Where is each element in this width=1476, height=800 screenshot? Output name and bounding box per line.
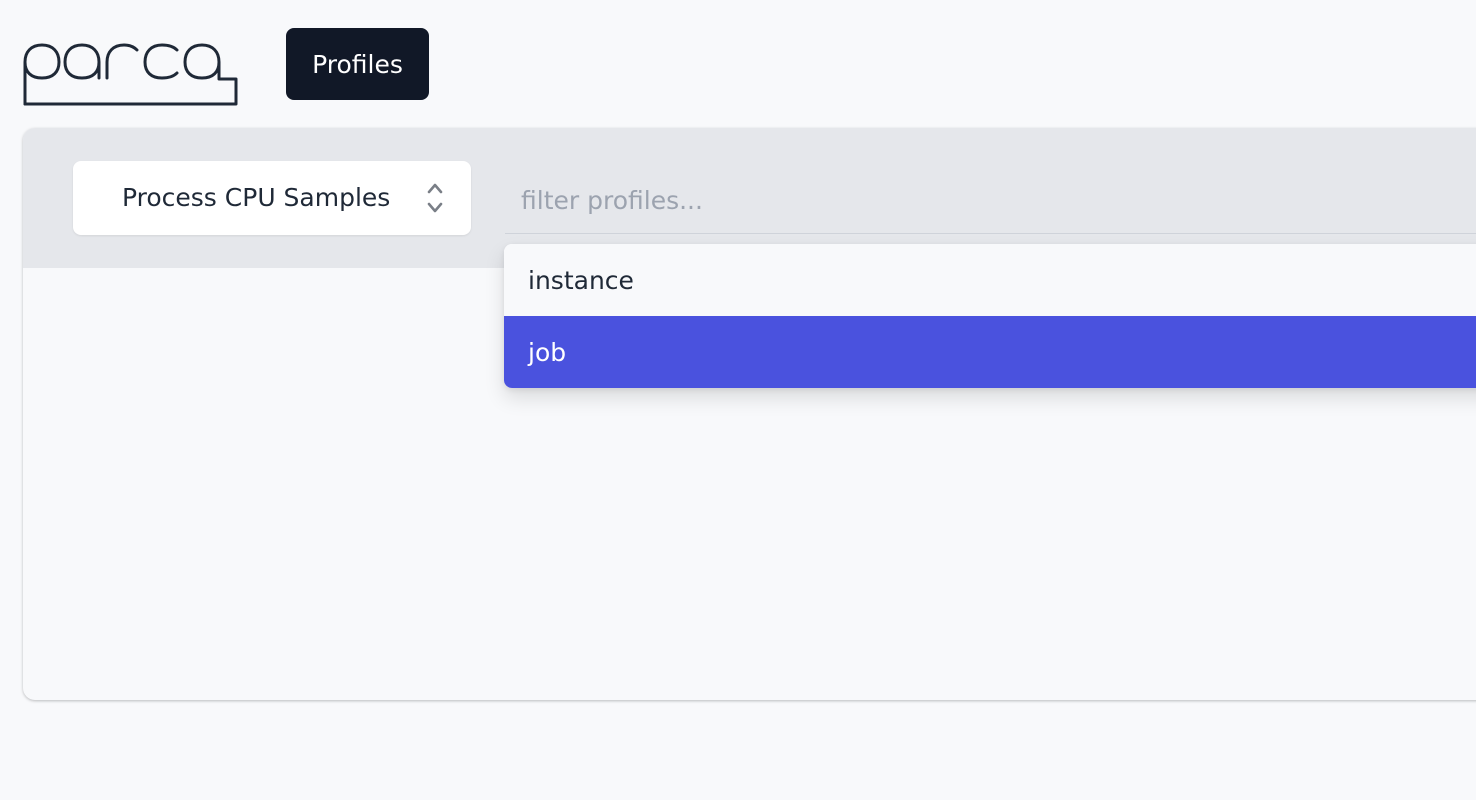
dropdown-option-instance[interactable]: instance	[504, 244, 1476, 316]
chevron-up-down-icon	[427, 183, 443, 213]
profiles-button[interactable]: Profiles	[286, 28, 429, 100]
filter-profiles-input[interactable]	[505, 168, 1476, 234]
dropdown-option-job[interactable]: job	[504, 316, 1476, 388]
label-suggestions-dropdown: instance job	[504, 244, 1476, 388]
profile-type-value: Process CPU Samples	[122, 183, 391, 212]
profile-type-select[interactable]: Process CPU Samples	[73, 161, 471, 235]
profile-panel: Process CPU Samples	[23, 128, 1476, 700]
parca-logo	[23, 43, 238, 106]
